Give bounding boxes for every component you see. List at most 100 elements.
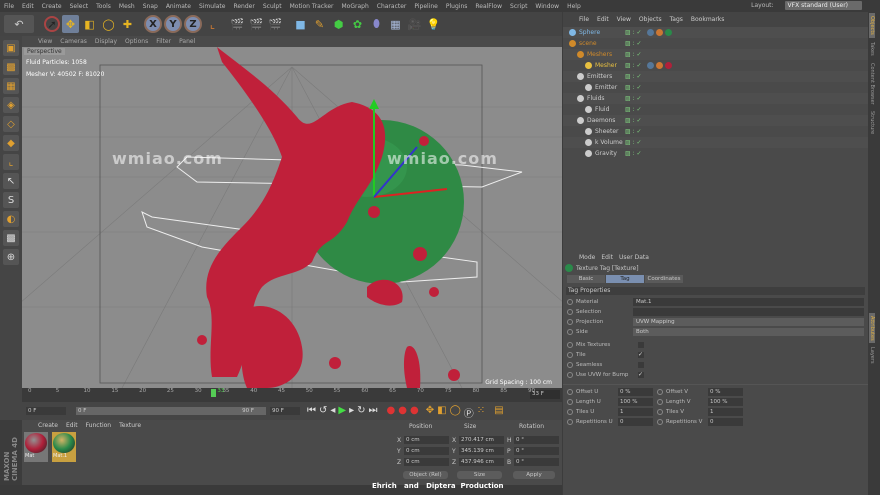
numeric-field[interactable]: 0 xyxy=(708,418,743,426)
visibility-check-icon[interactable]: ▨ : ✓ xyxy=(625,139,642,146)
keyframe-icon[interactable] xyxy=(567,409,573,415)
numeric-field[interactable]: 0 xyxy=(618,418,653,426)
object-row[interactable]: Daemons ▨ : ✓ xyxy=(563,115,868,126)
object-menu-file[interactable]: File xyxy=(579,16,589,23)
material-field[interactable]: Mat.1 xyxy=(633,298,864,306)
transform-icon[interactable]: ✚ xyxy=(119,15,136,33)
position-key-icon[interactable]: ✥ xyxy=(426,405,434,420)
cloner-icon[interactable]: ✿ xyxy=(349,15,366,33)
menu-edit[interactable]: Edit xyxy=(22,3,34,10)
visibility-check-icon[interactable]: ▨ : ✓ xyxy=(625,95,642,102)
deformer-icon[interactable]: ⬮ xyxy=(368,15,385,33)
object-menu-bookmarks[interactable]: Bookmarks xyxy=(691,16,725,23)
menu-character[interactable]: Character xyxy=(377,3,407,10)
keyframe-icon[interactable] xyxy=(567,329,573,335)
menu-realflow[interactable]: RealFlow xyxy=(475,3,502,10)
scale-icon[interactable]: ◧ xyxy=(81,15,98,33)
viewport-menu-cameras[interactable]: Cameras xyxy=(60,38,87,45)
visibility-check-icon[interactable]: ▨ : ✓ xyxy=(625,51,642,58)
menu-plugins[interactable]: Plugins xyxy=(446,3,468,10)
tag-icon[interactable] xyxy=(656,62,663,69)
object-row[interactable]: Fluids ▨ : ✓ xyxy=(563,93,868,104)
tweak-mode-icon[interactable]: ↖ xyxy=(3,173,19,189)
side-tab-content-browser[interactable]: Content Browser xyxy=(869,60,875,108)
coordinate-system-icon[interactable]: ⌞ xyxy=(204,15,221,33)
selection-field[interactable] xyxy=(633,308,864,316)
keyframe-selection-icon[interactable]: ● xyxy=(410,405,419,420)
visibility-check-icon[interactable]: ▨ : ✓ xyxy=(625,73,642,80)
rotation-key-icon[interactable]: ◯ xyxy=(450,405,461,420)
size-mode-dropdown[interactable]: Size xyxy=(457,471,502,479)
keyframe-icon[interactable] xyxy=(567,342,573,348)
keyframe-icon[interactable] xyxy=(657,389,663,395)
menu-mesh[interactable]: Mesh xyxy=(119,3,135,10)
viewport[interactable]: Perspective Fluid Particles: 1058 Mesher… xyxy=(22,47,562,388)
keyframe-icon[interactable] xyxy=(567,362,573,368)
keyframe-icon[interactable] xyxy=(567,309,573,315)
keyframe-icon[interactable] xyxy=(567,389,573,395)
menu-animate[interactable]: Animate xyxy=(166,3,191,10)
keyframe-icon[interactable] xyxy=(657,419,663,425)
viewport-menu-display[interactable]: Display xyxy=(95,38,117,45)
menu-render[interactable]: Render xyxy=(233,3,254,10)
visibility-check-icon[interactable]: ▨ : ✓ xyxy=(625,117,642,124)
viewport-menu-view[interactable]: View xyxy=(38,38,52,45)
menu-tools[interactable]: Tools xyxy=(96,3,111,10)
checkbox[interactable]: ✓ xyxy=(638,372,644,378)
start-frame-field[interactable]: 0 F xyxy=(26,407,66,415)
keyframe-icon[interactable] xyxy=(567,299,573,305)
coordinate-field[interactable]: 345.139 cm xyxy=(459,447,504,455)
side-tab-layers[interactable]: Layers xyxy=(869,344,875,367)
coordinate-field[interactable]: 0 ° xyxy=(514,458,559,466)
model-mode-icon[interactable]: ▣ xyxy=(3,40,19,56)
attribute-menu-mode[interactable]: Mode xyxy=(579,254,595,261)
undo-icon[interactable]: ↶ xyxy=(4,15,34,33)
edges-mode-icon[interactable]: ◇ xyxy=(3,116,19,132)
numeric-field[interactable]: 100 % xyxy=(708,398,743,406)
timeline-window-icon[interactable]: ▤ xyxy=(494,405,503,420)
visibility-check-icon[interactable]: ▨ : ✓ xyxy=(625,106,642,113)
tab-tag[interactable]: Tag xyxy=(606,275,644,283)
y-axis-lock-icon[interactable]: Y xyxy=(164,15,182,33)
keyframe-icon[interactable] xyxy=(567,319,573,325)
keyframe-icon[interactable] xyxy=(567,399,573,405)
side-tab-structure[interactable]: Structure xyxy=(869,108,875,137)
object-row[interactable]: Mesher ▨ : ✓ xyxy=(563,60,868,71)
object-row[interactable]: Emitter ▨ : ✓ xyxy=(563,82,868,93)
menu-help[interactable]: Help xyxy=(567,3,581,10)
object-row[interactable]: scene ▨ : ✓ xyxy=(563,38,868,49)
object-row[interactable]: Fluid ▨ : ✓ xyxy=(563,104,868,115)
tab-basic[interactable]: Basic xyxy=(567,275,605,283)
floor-icon[interactable]: ▦ xyxy=(387,15,404,33)
coordinate-mode-dropdown[interactable]: Object (Rel) xyxy=(403,471,448,479)
goto-start-icon[interactable]: ⏮ xyxy=(307,405,316,420)
tag-icon[interactable] xyxy=(665,29,672,36)
light-icon[interactable]: 💡 xyxy=(425,15,442,33)
coordinate-field[interactable]: 437.946 cm xyxy=(459,458,504,466)
move-icon[interactable]: ✥ xyxy=(62,15,79,33)
viewport-menu-panel[interactable]: Panel xyxy=(179,38,195,45)
visibility-check-icon[interactable]: ▨ : ✓ xyxy=(625,29,642,36)
coordinate-field[interactable]: 0 cm xyxy=(404,458,449,466)
apply-button[interactable]: Apply xyxy=(513,471,555,479)
timeline-ruler[interactable]: 33 F 0 5 10 15 20 25 30 35 40 45 50 55 60 65 70 75 80 85 9… xyxy=(22,388,562,402)
axis-mode-icon[interactable]: ⌞ xyxy=(3,154,19,170)
object-row[interactable]: Meshers ▨ : ✓ xyxy=(563,49,868,60)
side-dropdown[interactable]: Both xyxy=(633,328,864,336)
material-menu-create[interactable]: Create xyxy=(38,422,58,429)
side-tab-takes[interactable]: Takes xyxy=(869,39,875,59)
object-menu-objects[interactable]: Objects xyxy=(639,16,662,23)
prev-key-icon[interactable]: ↺ xyxy=(319,405,327,420)
numeric-field[interactable]: 0 % xyxy=(618,388,653,396)
checkbox[interactable] xyxy=(638,342,644,348)
snap-icon[interactable]: S xyxy=(3,192,19,208)
numeric-field[interactable]: 1 xyxy=(618,408,653,416)
layout-dropdown[interactable]: VFX standard (User) xyxy=(784,1,862,10)
visibility-check-icon[interactable]: ▨ : ✓ xyxy=(625,40,642,47)
keyframe-icon[interactable] xyxy=(567,419,573,425)
goto-end-icon[interactable]: ⏭ xyxy=(369,405,378,420)
coordinate-field[interactable]: 270.417 cm xyxy=(459,436,504,444)
x-axis-lock-icon[interactable]: X xyxy=(144,15,162,33)
material-menu-function[interactable]: Function xyxy=(86,422,112,429)
menu-sculpt[interactable]: Sculpt xyxy=(263,3,282,10)
